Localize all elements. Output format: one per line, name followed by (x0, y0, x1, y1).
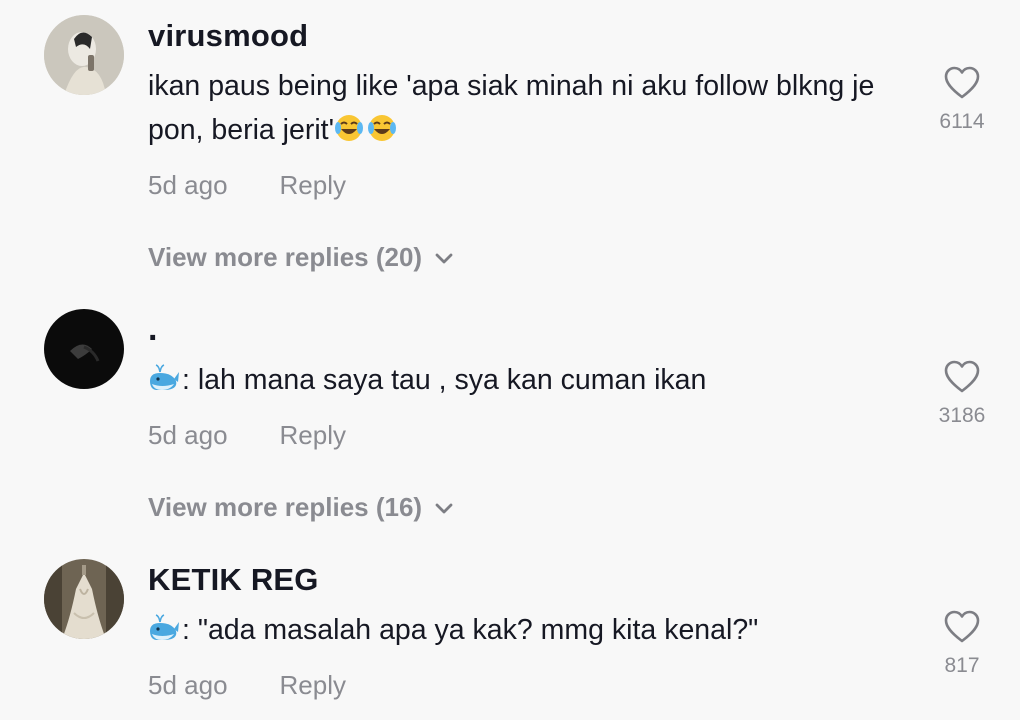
comment-text: : lah mana saya tau , sya kan cuman ikan (148, 358, 888, 406)
chevron-down-icon (435, 503, 453, 514)
comment-time: 5d ago (148, 170, 228, 200)
avatar[interactable] (44, 15, 124, 95)
whale-emoji (148, 362, 180, 406)
comment-time: 5d ago (148, 420, 228, 450)
view-more-label: View more replies (16) (148, 492, 423, 522)
reply-button[interactable]: Reply (280, 670, 346, 700)
comment-text: : "ada masalah apa ya kak? mmg kita kena… (148, 608, 888, 656)
chevron-down-icon (435, 253, 453, 264)
comments-list: virusmood ikan paus being like 'apa siak… (0, 0, 1020, 720)
view-more-label: View more replies (20) (148, 242, 423, 272)
comment-meta: 5d ago Reply (148, 420, 346, 451)
like-button[interactable]: 817 (930, 610, 994, 678)
reply-button[interactable]: Reply (280, 170, 346, 200)
face-with-tears-of-joy-emoji (334, 112, 398, 156)
avatar[interactable] (44, 559, 124, 639)
whale-emoji (148, 612, 180, 656)
comment-text: ikan paus being like 'apa siak minah ni … (148, 64, 888, 156)
view-more-replies-button[interactable]: View more replies (20) (148, 242, 454, 273)
heart-outline-icon (944, 360, 980, 393)
heart-outline-icon (944, 66, 980, 99)
like-button[interactable]: 3186 (930, 360, 994, 428)
comment-body: ikan paus being like 'apa siak minah ni … (148, 70, 875, 146)
reply-button[interactable]: Reply (280, 420, 346, 450)
comment-body: : "ada masalah apa ya kak? mmg kita kena… (182, 614, 759, 646)
avatar[interactable] (44, 309, 124, 389)
like-count: 6114 (939, 110, 985, 133)
comment-username[interactable]: KETIK REG (148, 562, 319, 598)
heart-outline-icon (944, 610, 980, 643)
comment-time: 5d ago (148, 670, 228, 700)
comment-meta: 5d ago Reply (148, 170, 346, 201)
comment-username[interactable]: virusmood (148, 18, 308, 54)
comment-body: : lah mana saya tau , sya kan cuman ikan (182, 364, 707, 396)
like-count: 3186 (938, 404, 986, 427)
like-count: 817 (944, 654, 980, 677)
comment-meta: 5d ago Reply (148, 670, 346, 701)
view-more-replies-button[interactable]: View more replies (16) (148, 492, 454, 523)
comment-username[interactable]: . (148, 310, 158, 349)
like-button[interactable]: 6114 (930, 66, 994, 134)
